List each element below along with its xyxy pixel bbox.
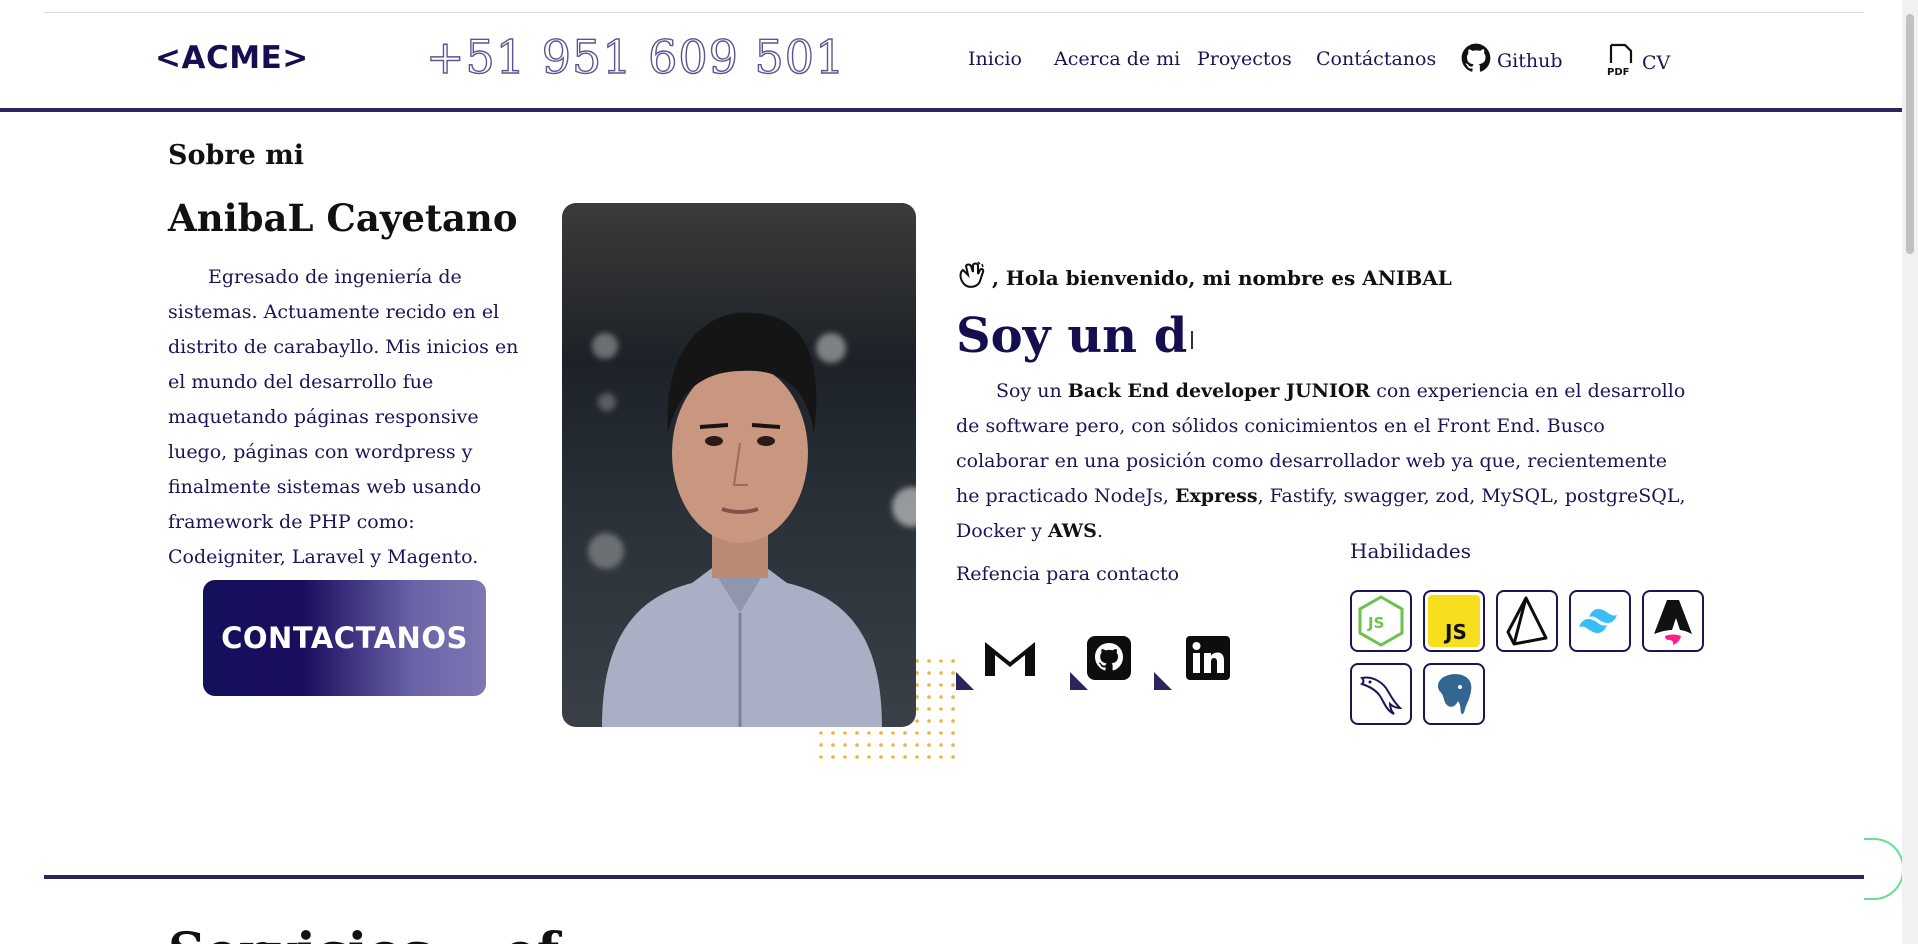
github-label: Github: [1497, 49, 1563, 72]
site-header: <ACME> +51 951 609 501 Inicio Acerca de …: [0, 0, 1902, 112]
mysql-icon: [1350, 663, 1412, 725]
svg-text:JS: JS: [1443, 620, 1467, 644]
phone-number: +51 951 609 501: [425, 29, 846, 84]
profile-bio: Egresado de ingeniería de sistemas. Actu…: [168, 266, 519, 568]
nodejs-icon: JS: [1350, 590, 1412, 652]
github-icon: [1461, 43, 1491, 78]
contact-reference-label: Refencia para contacto: [956, 563, 1180, 585]
nav-acerca[interactable]: Acerca de mi: [1054, 48, 1180, 70]
prisma-icon: [1496, 590, 1558, 652]
desc-part-4: .: [1096, 520, 1103, 542]
section-label: Sobre mi: [168, 140, 305, 171]
nav-inicio[interactable]: Inicio: [968, 48, 1022, 70]
nav-cv[interactable]: PDF CV: [1606, 43, 1670, 82]
nav-github[interactable]: Github: [1461, 43, 1563, 78]
desc-role: Back End developer JUNIOR: [1067, 380, 1371, 402]
desc-aws: AWS: [1047, 520, 1097, 542]
nav-contactanos[interactable]: Contáctanos: [1316, 48, 1436, 70]
gmail-icon[interactable]: [980, 628, 1040, 688]
scrollbar-thumb[interactable]: [1906, 14, 1914, 254]
whatsapp-float-button[interactable]: [1864, 838, 1904, 900]
desc-express: Express: [1174, 485, 1258, 507]
pdf-icon: PDF: [1606, 43, 1636, 82]
header-underline: [0, 108, 1902, 112]
svg-text:PDF: PDF: [1607, 67, 1629, 77]
greeting-text: , Hola bienvenido, mi nombre es ANIBAL: [992, 265, 1452, 290]
greeting: , Hola bienvenido, mi nombre es ANIBAL: [956, 260, 1452, 295]
cv-label: CV: [1642, 51, 1671, 74]
typing-caret: [1191, 330, 1194, 349]
waving-hand-icon: [956, 260, 986, 295]
nav-proyectos[interactable]: Proyectos: [1197, 48, 1292, 70]
astro-icon: [1642, 590, 1704, 652]
tailwind-icon: [1569, 590, 1631, 652]
intro-description: Soy un Back End developer JUNIOR con exp…: [956, 374, 1696, 549]
next-section-title: Servicios ...ef: [168, 922, 559, 944]
contact-button[interactable]: CONTACTANOS: [203, 580, 486, 696]
desc-part-1: Soy un: [996, 380, 1068, 402]
profile-photo: [562, 203, 916, 727]
section-divider: [44, 875, 1864, 879]
postgresql-icon: [1423, 663, 1485, 725]
typed-title: Soy un d: [956, 308, 1194, 364]
github-icon[interactable]: [1079, 628, 1139, 688]
corner-decoration: [956, 672, 974, 690]
corner-decoration: [1154, 672, 1172, 690]
linkedin-icon[interactable]: [1178, 628, 1238, 688]
site-logo[interactable]: <ACME>: [155, 40, 309, 76]
profile-name: AnibaL Cayetano: [168, 196, 518, 240]
skills-label: Habilidades: [1350, 539, 1471, 563]
typed-text: Soy un d: [956, 308, 1188, 364]
javascript-icon: JS: [1423, 590, 1485, 652]
svg-text:JS: JS: [1367, 614, 1384, 632]
